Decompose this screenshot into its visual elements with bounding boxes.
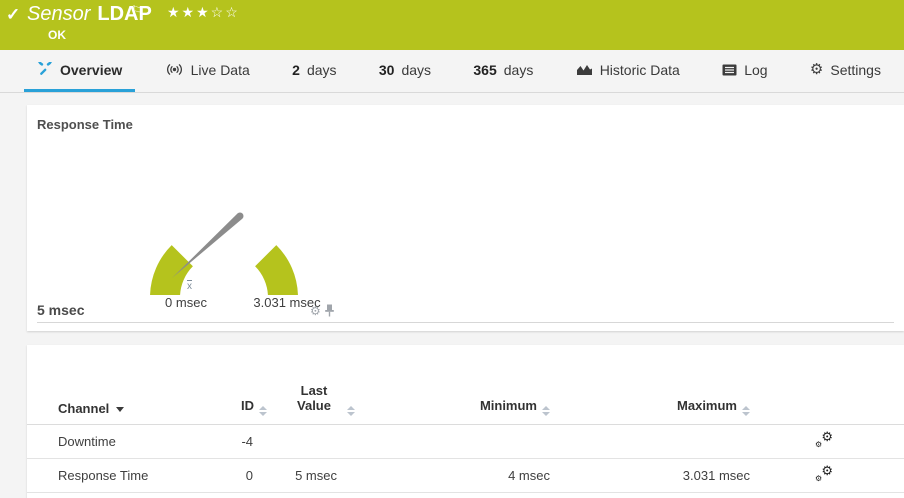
sort-icon — [347, 406, 355, 416]
column-header-channel-label: Channel — [58, 401, 109, 416]
priority-flag-icon[interactable]: ⚐ — [131, 3, 143, 19]
gauge-current-value: 5 msec — [37, 302, 84, 318]
gauge-icon — [37, 62, 53, 78]
tab-overview[interactable]: Overview — [24, 50, 135, 92]
channel-settings-gears-icon[interactable]: ⚙⚙ — [815, 467, 833, 482]
tab-30-days[interactable]: 30 days — [366, 50, 444, 92]
tab-overview-label: Overview — [60, 62, 122, 78]
column-header-id[interactable]: ID — [227, 345, 277, 425]
sensor-status-badge: OK — [48, 28, 66, 42]
tab-settings[interactable]: ⚙ Settings — [797, 50, 894, 92]
column-header-last-value[interactable]: Last Value — [277, 345, 377, 425]
column-header-minimum[interactable]: Minimum — [377, 345, 557, 425]
tab-live-data[interactable]: Live Data — [152, 50, 263, 92]
historic-chart-icon — [576, 63, 593, 76]
response-time-panel: Response Time x 0 msec 3.031 msec ⚙ 5 ms… — [27, 105, 904, 331]
panel-title: Response Time — [37, 117, 133, 132]
sensor-header: ✓ Sensor LDAP ⚐ ★★★☆☆ OK — [0, 0, 904, 50]
gauge-pin-icon[interactable] — [324, 304, 335, 317]
tab-settings-label: Settings — [830, 62, 881, 78]
tab-30-days-number: 30 — [379, 62, 395, 78]
gauge-settings-icon[interactable]: ⚙ — [310, 305, 321, 317]
tab-2-days-label: days — [307, 62, 337, 78]
tab-365-days-label: days — [504, 62, 534, 78]
channel-maximum: 3.031 msec — [557, 459, 757, 493]
column-header-maximum[interactable]: Maximum — [557, 345, 757, 425]
column-header-id-label: ID — [241, 398, 254, 413]
panel-divider — [37, 322, 894, 323]
live-data-icon — [165, 63, 184, 76]
tab-30-days-label: days — [401, 62, 431, 78]
sort-desc-icon — [116, 407, 124, 412]
tab-365-days-number: 365 — [473, 62, 496, 78]
sensor-type-label: Sensor — [27, 3, 90, 25]
sort-icon — [259, 406, 267, 416]
channel-table-panel: Channel ID Last Value Minimum Maximum — [27, 345, 904, 498]
priority-stars[interactable]: ★★★☆☆ — [167, 4, 240, 21]
gauge-toolbar: ⚙ — [310, 304, 335, 317]
column-header-channel[interactable]: Channel — [27, 345, 227, 425]
tab-log-label: Log — [744, 62, 767, 78]
tab-2-days-number: 2 — [292, 62, 300, 78]
channel-minimum — [377, 425, 557, 459]
log-list-icon — [722, 64, 737, 76]
sort-icon — [542, 406, 550, 416]
channel-table-header-row: Channel ID Last Value Minimum Maximum — [27, 345, 904, 425]
column-header-last-value-label: Last Value — [286, 383, 342, 413]
sensor-name: LDAP — [97, 3, 151, 25]
table-row-response-time: Response Time 0 5 msec 4 msec 3.031 msec… — [27, 459, 904, 493]
tab-live-data-label: Live Data — [191, 62, 250, 78]
tab-log[interactable]: Log — [709, 50, 780, 92]
channel-last-value — [277, 425, 377, 459]
channel-settings-gears-icon[interactable]: ⚙⚙ — [815, 433, 833, 448]
channel-name: Downtime — [27, 425, 227, 459]
channel-last-value: 5 msec — [277, 459, 377, 493]
column-header-actions — [757, 345, 904, 425]
tab-2-days[interactable]: 2 days — [279, 50, 349, 92]
channel-id: -4 — [227, 425, 277, 459]
tab-bar: Overview Live Data 2 days 30 days 365 da… — [0, 50, 904, 93]
sort-icon — [742, 406, 750, 416]
column-header-maximum-label: Maximum — [677, 398, 737, 413]
channel-name: Response Time — [27, 459, 227, 493]
gauge-min-label: 0 msec — [131, 295, 241, 310]
gauge-average-marker: x — [187, 281, 192, 292]
channel-id: 0 — [227, 459, 277, 493]
tab-historic-data[interactable]: Historic Data — [563, 50, 693, 92]
status-ok-check-icon: ✓ — [6, 5, 20, 25]
response-time-gauge — [127, 125, 327, 295]
channel-minimum: 4 msec — [377, 459, 557, 493]
column-header-minimum-label: Minimum — [480, 398, 537, 413]
table-row-downtime: Downtime -4 ⚙⚙ — [27, 425, 904, 459]
gauge-needle — [172, 213, 242, 278]
channel-maximum — [557, 425, 757, 459]
tab-historic-data-label: Historic Data — [600, 62, 680, 78]
channel-table: Channel ID Last Value Minimum Maximum — [27, 345, 904, 493]
settings-gear-icon: ⚙ — [810, 62, 823, 77]
tab-365-days[interactable]: 365 days — [460, 50, 546, 92]
